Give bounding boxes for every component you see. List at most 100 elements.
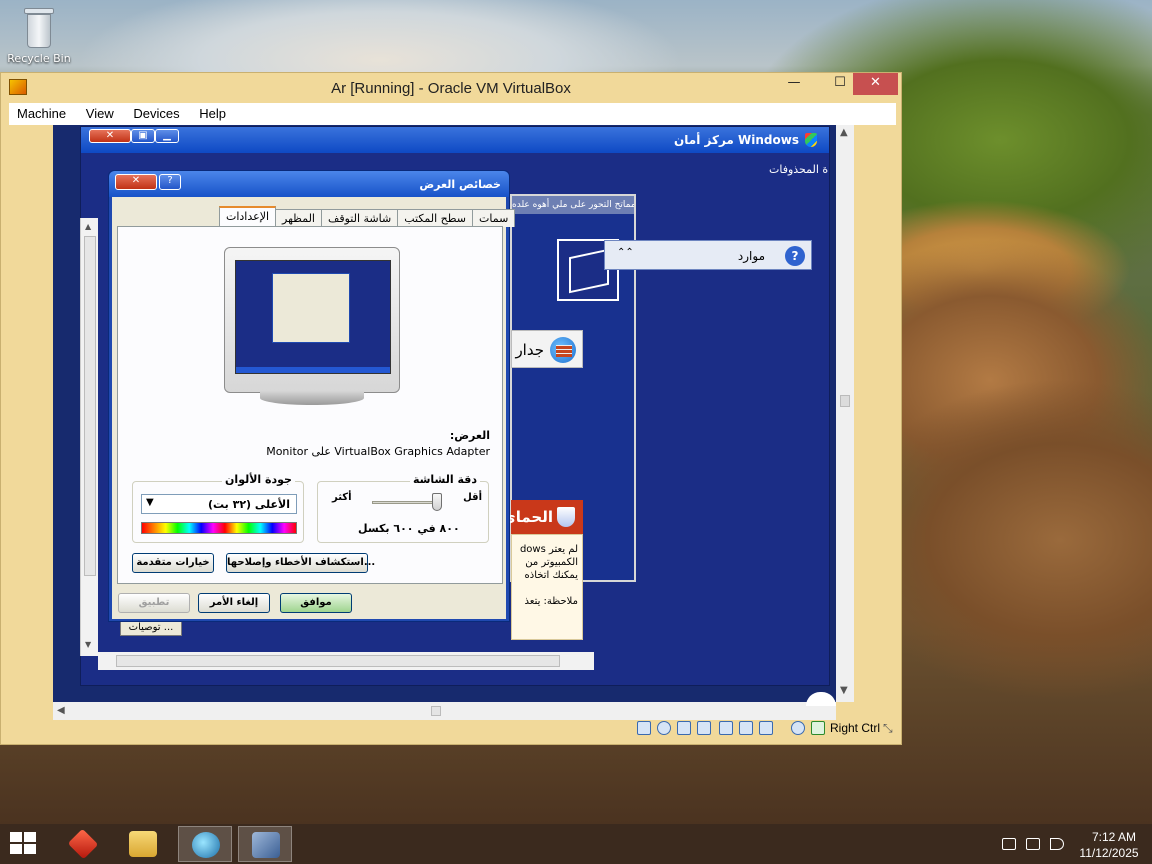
volume-icon[interactable] <box>1050 838 1064 850</box>
recycle-bin-label: Recycle Bin <box>7 52 71 65</box>
resources-label: موارد <box>737 249 765 263</box>
settings-panel: العرض: Monitor على VirtualBox Graphics A… <box>117 226 503 584</box>
tab-screensaver[interactable]: شاشة التوقف <box>320 209 399 227</box>
dropdown-arrow-icon[interactable]: ▼ <box>146 497 154 508</box>
tab-strip: سماتسطح المكتبشاشة التوقفالمظهرالإعدادات <box>219 206 516 227</box>
menu-devices[interactable]: Devices <box>125 103 187 124</box>
scroll-up-icon[interactable]: ▲ <box>840 127 848 138</box>
horizontal-scroll-thumb[interactable] <box>431 706 441 716</box>
network-icon[interactable] <box>697 721 711 735</box>
window-title: Ar [Running] - Oracle VM VirtualBox <box>331 80 571 97</box>
clock-time[interactable]: 7:12 AM <box>1084 830 1144 844</box>
security-horizontal-scrollbar[interactable] <box>98 652 594 670</box>
protection-line <box>516 582 578 595</box>
optical-drive-icon[interactable] <box>657 721 671 735</box>
resources-bar[interactable]: ⌃⌃ موارد ? <box>604 240 812 270</box>
protection-line: الكمبيوتر من <box>525 557 578 568</box>
menu-view[interactable]: View <box>78 103 122 124</box>
dialog-title: خصائص العرض <box>419 178 501 191</box>
color-quality-group: جودة الألوان ▼ الأعلى (٣٢ بت) <box>132 473 304 543</box>
taskbar-file-explorer[interactable] <box>116 826 170 862</box>
security-minimize-button[interactable]: ▁ <box>155 129 179 143</box>
help-icon[interactable]: ? <box>785 246 805 266</box>
protection-line: ملاحظة: يتعذ <box>524 596 579 607</box>
security-sub-label: ة المحذوفات <box>769 163 829 176</box>
tab-settings[interactable]: الإعدادات <box>219 206 277 227</box>
scroll-down-icon[interactable]: ▼ <box>840 685 848 696</box>
menu-help[interactable]: Help <box>191 103 234 124</box>
dialog-help-button[interactable]: ? <box>159 174 181 190</box>
network-tray-icon[interactable] <box>1026 838 1040 850</box>
protection-shield-icon <box>557 507 575 527</box>
virtualbox-titlebar[interactable]: Ar [Running] - Oracle VM VirtualBox — ☐ … <box>1 73 901 103</box>
file-explorer-icon <box>129 831 157 857</box>
dialog-titlebar[interactable]: ✕ ? خصائص العرض <box>109 171 509 197</box>
minimize-button[interactable]: — <box>771 73 817 95</box>
firewall-icon <box>550 337 576 363</box>
tab-desktop[interactable]: سطح المكتب <box>397 209 474 227</box>
resize-grip-icon[interactable]: ⤡ <box>883 721 893 736</box>
scroll-left-icon[interactable]: ◀ <box>57 705 65 716</box>
usb-icon[interactable] <box>719 721 733 735</box>
shared-folders-icon[interactable] <box>739 721 753 735</box>
protection-body: لم يعتر dows الكمبيوتر من يمكنك اتخاذه م… <box>511 534 583 640</box>
protection-line: لم يعتر dows <box>519 544 578 555</box>
status-bar: Right Ctrl ⤡ <box>631 718 901 740</box>
dialog-body: سماتسطح المكتبشاشة التوقفالمظهرالإعدادات… <box>112 197 516 619</box>
audio-icon[interactable] <box>677 721 691 735</box>
display-label: العرض: <box>449 429 490 442</box>
security-hscroll-thumb[interactable] <box>116 655 560 667</box>
chevron-up-icon[interactable]: ⌃⌃ <box>617 247 634 258</box>
action-center-icon[interactable] <box>1002 838 1016 850</box>
close-button[interactable]: ✕ <box>853 73 898 95</box>
resolution-less-label: أقل <box>463 492 482 503</box>
taskbar-network-app[interactable] <box>178 826 232 862</box>
security-close-button[interactable]: ✕ <box>89 129 131 143</box>
scroll-down-icon[interactable]: ▼ <box>85 640 91 649</box>
resolution-more-label: أكثر <box>332 492 352 503</box>
firewall-link[interactable]: جدار <box>511 330 583 368</box>
security-vertical-scrollbar[interactable]: ▲ ▼ <box>80 218 98 656</box>
display-icon[interactable] <box>759 721 773 735</box>
security-center-titlebar[interactable]: ✕ ▣ ▁ مركز أمان Windows <box>81 127 829 153</box>
color-quality-select[interactable]: ▼ الأعلى (٣٢ بت) <box>141 494 297 514</box>
hard-disk-icon[interactable] <box>637 721 651 735</box>
recommendations-button[interactable]: توصيات ... <box>120 620 182 636</box>
cancel-button[interactable]: إلغاء الأمر <box>198 593 270 613</box>
protection-line: يمكنك اتخاذه <box>524 570 578 581</box>
taskbar: 7:12 AM 11/12/2025 <box>0 824 1152 864</box>
host-key-arrow-icon[interactable] <box>811 721 825 735</box>
mouse-integration-icon[interactable] <box>791 721 805 735</box>
resolution-group: دقة الشاشة أقل أكثر ٨٠٠ في ٦٠٠ بكسل <box>317 473 489 543</box>
network-globe-icon <box>192 832 220 858</box>
color-quality-value: الأعلى (٣٢ بت) <box>207 498 290 511</box>
troubleshoot-button[interactable]: استكشاف الأخطاء وإصلاحها... <box>226 553 375 573</box>
clock-date[interactable]: 11/12/2025 <box>1074 846 1144 860</box>
tab-themes[interactable]: سمات <box>472 209 516 227</box>
vm-vertical-scrollbar[interactable]: ▲ ▼ <box>836 125 854 702</box>
app-red-icon <box>67 828 99 860</box>
apply-button: تطبيق <box>118 593 190 613</box>
resolution-slider-thumb[interactable] <box>432 493 442 511</box>
recycle-bin-shortcut[interactable]: Recycle Bin <box>6 6 72 65</box>
color-spectrum-preview <box>141 522 297 534</box>
resolution-slider-track[interactable] <box>372 501 438 504</box>
virtualbox-icon <box>252 832 280 858</box>
scroll-up-icon[interactable]: ▲ <box>85 222 91 231</box>
tab-appearance[interactable]: المظهر <box>275 209 322 227</box>
security-vscroll-thumb[interactable] <box>84 236 96 576</box>
panel-header: مماتح التحور على ملي أهوه علده <box>512 196 634 214</box>
security-center-controls: ✕ ▣ ▁ <box>85 127 181 145</box>
taskbar-virtualbox[interactable] <box>238 826 292 862</box>
security-center-title: مركز أمان Windows <box>674 133 799 147</box>
vertical-scroll-thumb[interactable] <box>840 395 850 407</box>
advanced-button[interactable]: خيارات متقدمة <box>132 553 214 573</box>
recycle-bin-icon <box>22 6 56 50</box>
windows-start-icon[interactable] <box>10 832 38 856</box>
taskbar-app-red[interactable] <box>56 826 110 862</box>
dialog-close-button[interactable]: ✕ <box>115 174 157 190</box>
firewall-label: جدار <box>515 341 544 359</box>
menu-machine[interactable]: Machine <box>9 103 74 124</box>
ok-button[interactable]: موافق <box>280 593 352 613</box>
security-maximize-button[interactable]: ▣ <box>131 129 155 143</box>
